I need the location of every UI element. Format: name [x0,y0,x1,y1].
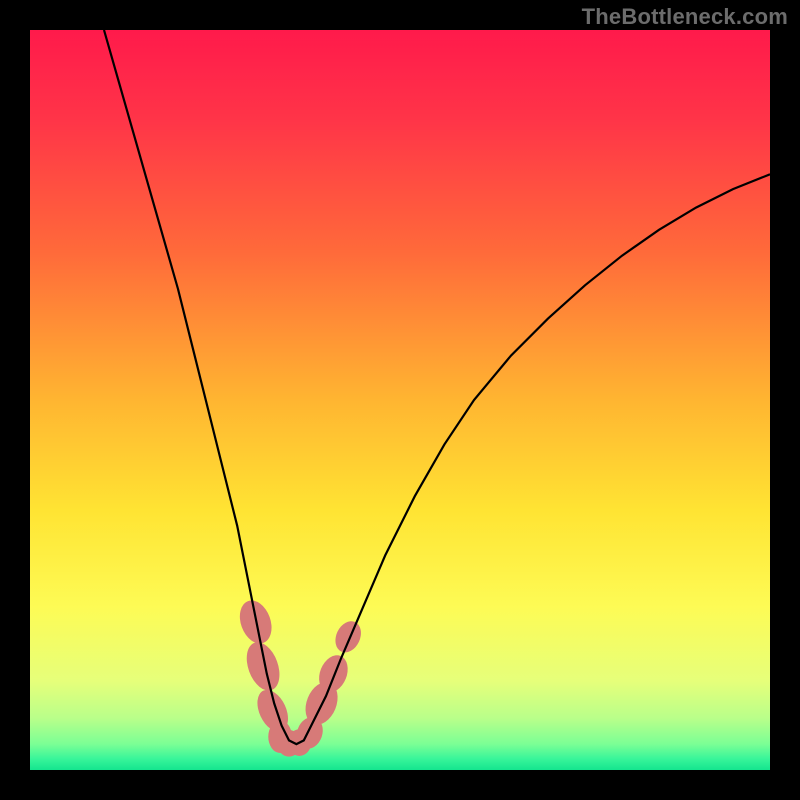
chart-background [30,30,770,770]
watermark-text: TheBottleneck.com [582,4,788,30]
chart-frame: TheBottleneck.com [0,0,800,800]
bottleneck-chart [30,30,770,770]
